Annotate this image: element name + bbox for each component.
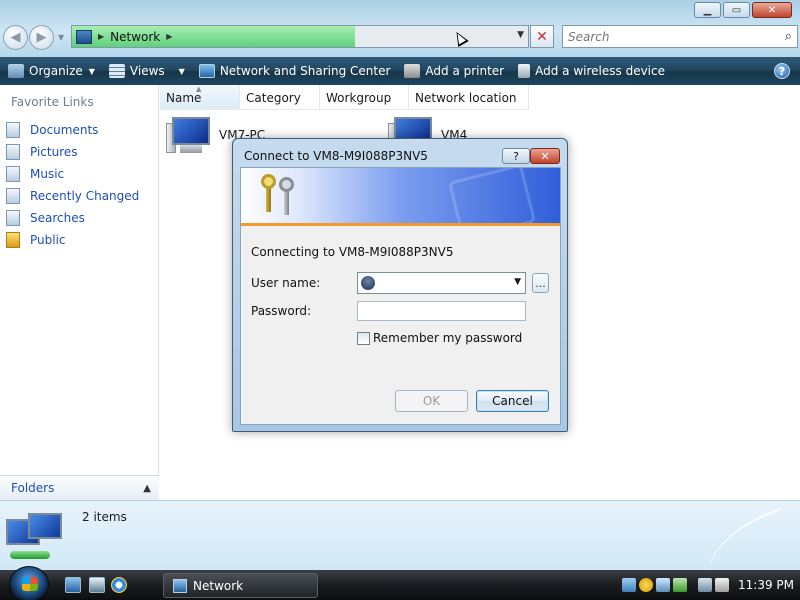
folders-toggle[interactable]: Folders ▲ bbox=[0, 475, 159, 500]
dialog-title: Connect to VM8-M9I088P3NV5 bbox=[244, 149, 428, 163]
dialog-close-button[interactable]: ✕ bbox=[530, 148, 560, 164]
back-arrow-icon: ◀ bbox=[10, 30, 21, 45]
help-button[interactable]: ? bbox=[774, 63, 790, 79]
navigation-buttons: ◀ ▶ ▼ bbox=[3, 25, 64, 50]
connecting-text: Connecting to VM8-M9I088P3NV5 bbox=[251, 245, 454, 259]
tray-status-icon[interactable] bbox=[673, 578, 687, 592]
forward-arrow-icon: ▶ bbox=[36, 30, 47, 45]
search-box[interactable]: ⌕ bbox=[562, 25, 798, 48]
views-icon bbox=[108, 64, 125, 78]
remember-password-checkbox[interactable]: Remember my password bbox=[357, 331, 522, 345]
user-name-label: User name: bbox=[251, 276, 321, 290]
favorite-links-header: Favorite Links bbox=[11, 95, 94, 109]
views-button[interactable]: Views ▼ bbox=[108, 64, 185, 78]
sidebar-item-public[interactable]: Public bbox=[6, 229, 139, 251]
sidebar-item-recently-changed[interactable]: Recently Changed bbox=[6, 185, 139, 207]
column-header-workgroup[interactable]: Workgroup bbox=[320, 85, 409, 110]
organize-button[interactable]: Organize ▼ bbox=[8, 64, 95, 78]
cancel-button[interactable]: Cancel bbox=[476, 390, 549, 412]
searches-icon bbox=[6, 210, 20, 226]
network-icon bbox=[173, 578, 187, 593]
sort-ascending-icon: ▲ bbox=[196, 85, 202, 93]
start-button[interactable] bbox=[9, 566, 49, 600]
minimize-button[interactable]: ▁ bbox=[694, 2, 721, 18]
computer-icon bbox=[166, 115, 214, 157]
column-header-network-location[interactable]: Network location bbox=[409, 85, 529, 110]
chevron-down-icon: ▼ bbox=[88, 66, 95, 76]
volume-muted-icon[interactable] bbox=[715, 578, 729, 592]
stop-button[interactable]: ✕ bbox=[530, 25, 554, 48]
network-center-icon bbox=[198, 64, 215, 78]
ok-button[interactable]: OK bbox=[395, 390, 468, 412]
recently-changed-icon bbox=[6, 188, 20, 204]
column-header-category[interactable]: Category bbox=[240, 85, 320, 110]
chevron-down-icon: ▼ bbox=[178, 66, 185, 76]
tray-app-icon[interactable] bbox=[622, 578, 636, 592]
network-sharing-center-button[interactable]: Network and Sharing Center bbox=[198, 64, 390, 78]
pictures-icon bbox=[6, 144, 20, 160]
close-button[interactable]: ✕ bbox=[752, 2, 792, 18]
internet-explorer-icon[interactable] bbox=[111, 577, 127, 593]
dialog-help-button[interactable]: ? bbox=[502, 148, 530, 164]
network-status-icon[interactable] bbox=[698, 578, 712, 592]
printer-icon bbox=[404, 64, 421, 78]
dialog-body: Connecting to VM8-M9I088P3NV5 User name:… bbox=[240, 167, 561, 425]
window-controls: ▁ ▭ ✕ bbox=[694, 2, 792, 18]
taskbar: Network 11:39 PM bbox=[0, 566, 800, 600]
documents-icon bbox=[6, 122, 20, 138]
taskbar-window-network[interactable]: Network bbox=[163, 573, 318, 598]
column-header-name[interactable]: ▲ Name bbox=[160, 85, 240, 110]
tray-update-icon[interactable] bbox=[656, 578, 670, 592]
column-headers: ▲ Name Category Workgroup Network locatio… bbox=[160, 85, 529, 110]
password-label: Password: bbox=[251, 304, 312, 318]
chevron-up-icon: ▲ bbox=[143, 482, 151, 494]
navigation-pane: Favorite Links Documents Pictures Music … bbox=[0, 85, 159, 500]
item-count: 2 items bbox=[82, 510, 127, 524]
network-computers-icon bbox=[6, 513, 68, 565]
system-tray: 11:39 PM bbox=[610, 570, 800, 600]
sidebar-item-documents[interactable]: Documents bbox=[6, 119, 139, 141]
browse-users-button[interactable]: ... bbox=[532, 273, 549, 293]
chevron-down-icon[interactable]: ▼ bbox=[514, 277, 521, 287]
recent-pages-dropdown[interactable]: ▼ bbox=[58, 33, 64, 42]
breadcrumb-network[interactable]: Network bbox=[110, 30, 160, 44]
add-printer-button[interactable]: Add a printer bbox=[404, 64, 504, 78]
breadcrumb-chevron-icon[interactable]: ▶ bbox=[98, 32, 104, 41]
command-bar: Organize ▼ Views ▼ Network and Sharing Cen… bbox=[0, 57, 800, 85]
music-icon bbox=[6, 166, 20, 182]
connect-dialog: Connect to VM8-M9I088P3NV5 ? ✕ Connectin… bbox=[232, 138, 568, 432]
maximize-button[interactable]: ▭ bbox=[723, 2, 750, 18]
network-icon bbox=[76, 29, 92, 44]
public-folder-icon bbox=[6, 232, 20, 248]
add-wireless-device-button[interactable]: Add a wireless device bbox=[518, 64, 665, 78]
address-dropdown-icon[interactable]: ▼ bbox=[517, 30, 524, 40]
password-field[interactable] bbox=[357, 301, 526, 321]
dialog-banner bbox=[241, 168, 560, 226]
user-icon bbox=[361, 276, 375, 290]
switch-windows-icon[interactable] bbox=[89, 577, 105, 593]
back-button[interactable]: ◀ bbox=[3, 25, 28, 50]
show-desktop-icon[interactable] bbox=[65, 577, 81, 593]
search-input[interactable] bbox=[568, 29, 768, 44]
keys-icon bbox=[257, 174, 301, 220]
organize-icon bbox=[8, 64, 24, 78]
wireless-device-icon bbox=[518, 64, 531, 78]
user-name-combobox[interactable]: ▼ bbox=[357, 272, 526, 294]
details-pane: 2 items bbox=[0, 500, 800, 582]
sidebar-item-pictures[interactable]: Pictures bbox=[6, 141, 139, 163]
forward-button[interactable]: ▶ bbox=[29, 25, 54, 50]
security-alert-icon[interactable] bbox=[639, 578, 653, 592]
sidebar-item-searches[interactable]: Searches bbox=[6, 207, 139, 229]
checkbox-box[interactable] bbox=[357, 331, 370, 345]
remember-password-label: Remember my password bbox=[373, 331, 523, 345]
sidebar-item-music[interactable]: Music bbox=[6, 163, 139, 185]
search-icon[interactable]: ⌕ bbox=[785, 29, 792, 44]
breadcrumb-chevron-icon[interactable]: ▶ bbox=[166, 32, 172, 41]
clock[interactable]: 11:39 PM bbox=[738, 578, 794, 592]
